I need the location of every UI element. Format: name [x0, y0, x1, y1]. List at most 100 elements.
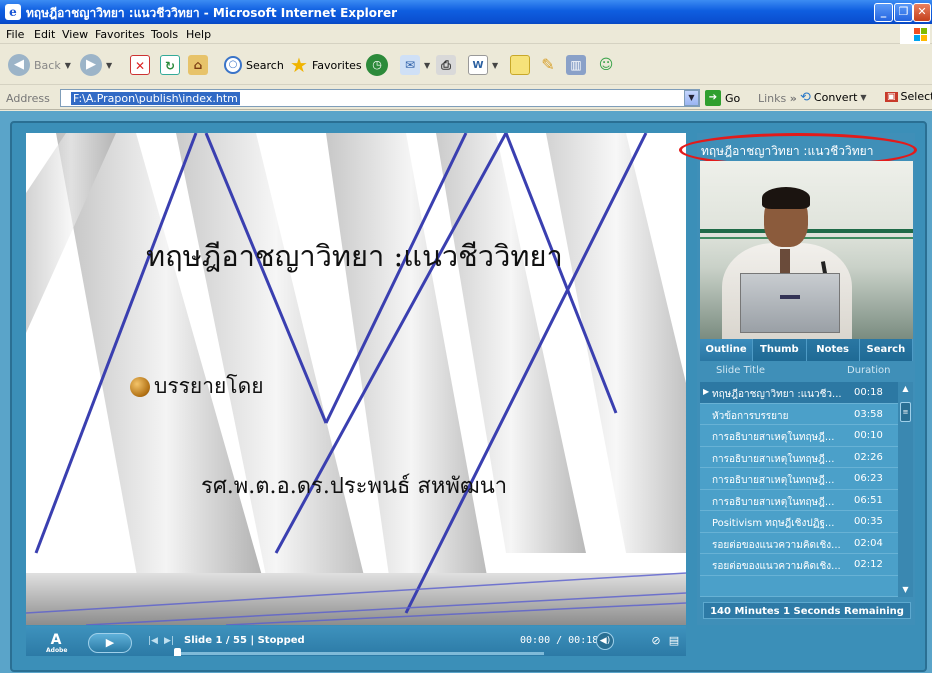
slide-bullet-text: บรรยายโดย [154, 374, 264, 398]
list-item[interactable]: การอธิบายสาเหตุในทฤษฎี... 00:10 [700, 425, 898, 447]
links-button[interactable]: Links » [758, 92, 797, 105]
outline-list: ▶ ทฤษฎีอาชญาวิทยา :แนวชีว... 00:18 หัวข้อก… [700, 382, 898, 597]
tab-thumb[interactable]: Thumb [753, 339, 807, 361]
chevron-right-icon: » [789, 92, 797, 105]
slide-item-duration: 06:23 [854, 473, 883, 484]
list-item[interactable] [700, 576, 898, 597]
back-button[interactable]: ◀ Back ▼ [8, 52, 71, 78]
sidebar: ทฤษฎีอาชญาวิทยา :แนวชีววิทยา Outline Thu… [679, 133, 917, 625]
list-item[interactable]: Positivism ทฤษฎีเชิงปฏิฐ... 00:35 [700, 511, 898, 533]
refresh-button[interactable]: ↻ [160, 52, 180, 78]
search-button[interactable]: ○ Search [224, 52, 284, 78]
tab-notes[interactable]: Notes [807, 339, 860, 361]
slide-item-title: รอยต่อของแนวความคิดเชิง... [712, 561, 841, 572]
books-icon: ▥ [566, 55, 586, 75]
menu-view[interactable]: View [62, 28, 88, 41]
convert-label: Convert [813, 91, 858, 104]
tab-outline[interactable]: Outline [700, 339, 754, 361]
favorites-star-icon: ★ [290, 53, 308, 77]
scroll-up-icon[interactable]: ▲ [898, 382, 913, 396]
slide-item-title: Positivism ทฤษฎีเชิงปฏิฐ... [712, 518, 835, 529]
list-item[interactable]: รอยต่อของแนวความคิดเชิง... 02:04 [700, 533, 898, 554]
outline-scrollbar[interactable]: ▲ ≡ ▼ [898, 382, 913, 597]
presenter-hair [762, 187, 810, 209]
slide-item-duration: 03:58 [854, 408, 883, 420]
contacts-button[interactable]: ☺ [596, 52, 616, 78]
slide-item-duration: 00:18 [854, 387, 883, 398]
sidebar-tabs: Outline Thumb Notes Search [700, 339, 913, 361]
attachment-icon[interactable]: ⊘ [648, 633, 664, 649]
back-label: Back [34, 58, 61, 72]
slide-item-duration: 02:04 [854, 537, 883, 549]
minimize-button[interactable]: _ [874, 3, 893, 22]
forward-arrow-icon: ▶ [80, 54, 102, 76]
slide-view[interactable]: ทฤษฎีอาชญาวิทยา :แนวชีววิทยา บรรยายโดย ร… [26, 133, 686, 625]
home-button[interactable]: ⌂ [188, 52, 208, 78]
convert-button[interactable]: ⟲ Convert ▼ [800, 90, 867, 105]
mail-button[interactable]: ✉ ▼ [400, 52, 430, 78]
next-slide-icon[interactable]: ▶| [164, 636, 174, 646]
slide-item-title: การอธิบายสาเหตุในทฤษฎี... [712, 432, 835, 443]
research-button[interactable]: ▥ [566, 52, 586, 78]
list-item[interactable]: ▶ ทฤษฎีอาชญาวิทยา :แนวชีว... 00:18 [700, 382, 898, 404]
title-bar: e ทฤษฎีอาชญาวิทยา :แนวชีววิทยา - Microso… [0, 0, 932, 24]
list-item[interactable]: รอยต่อของแนวความคิดเชิง... 02:12 [700, 554, 898, 576]
slide-status: Slide 1 / 55 | Stopped [184, 635, 305, 646]
pencil-icon: ✎ [541, 55, 555, 74]
discuss-button[interactable] [510, 52, 530, 78]
windows-logo-icon [900, 24, 930, 44]
mail-icon: ✉ [400, 55, 420, 75]
slide-presenter: รศ.พ.ต.อ.ดร.ประพนธ์ สหพัฒนา [201, 474, 508, 499]
maximize-button[interactable]: ❐ [894, 3, 913, 22]
volume-icon[interactable]: ◀) [596, 632, 614, 650]
address-dropdown-button[interactable]: ▼ [684, 90, 699, 106]
address-input[interactable]: F:\A.Prapon\publish\index.htm [60, 89, 700, 107]
outline-header: Slide Title Duration [700, 361, 913, 381]
print-button[interactable]: ⎙ [436, 52, 456, 78]
slide-title: ทฤษฎีอาชญาวิทยา :แนวชีววิทยา [146, 239, 563, 273]
people-icon: ☺ [598, 57, 614, 73]
player-controls: A Adobe ▶ |◀ ▶| Slide 1 / 55 | Stopped 00… [26, 626, 686, 656]
progress-handle[interactable] [174, 648, 181, 656]
menu-favorites[interactable]: Favorites [95, 28, 145, 41]
note-icon [510, 55, 530, 75]
play-button[interactable]: ▶ [88, 633, 132, 653]
menu-edit[interactable]: Edit [34, 28, 55, 41]
video-board-rail [700, 237, 913, 239]
stop-button[interactable]: ✕ [130, 52, 150, 78]
list-item[interactable]: การอธิบายสาเหตุในทฤษฎี... 06:23 [700, 468, 898, 490]
address-label: Address [6, 92, 50, 105]
previous-slide-icon[interactable]: |◀ [148, 636, 158, 646]
adobe-logo-icon: A Adobe [46, 632, 68, 654]
standard-toolbar: ◀ Back ▼ ▶ ▼ ✕ ↻ ⌂ ○ Search ★ Favorites … [0, 45, 932, 85]
slide-item-title: รอยต่อของแนวความคิดเชิง... [712, 539, 841, 551]
progress-track[interactable] [174, 652, 544, 655]
slide-item-title: ทฤษฎีอาชญาวิทยา :แนวชีว... [712, 389, 842, 400]
menu-file[interactable]: File [6, 28, 24, 41]
list-item[interactable]: การอธิบายสาเหตุในทฤษฎี... 02:26 [700, 447, 898, 468]
links-label: Links [758, 92, 787, 105]
list-item[interactable]: การอธิบายสาเหตุในทฤษฎี... 06:51 [700, 490, 898, 511]
time-readout: 00:00 / 00:18 [520, 635, 599, 646]
select-button[interactable]: ▣ Select [885, 90, 932, 103]
slide-item-duration: 00:10 [854, 430, 883, 441]
list-item[interactable]: หัวข้อการบรรยาย 03:58 [700, 404, 898, 425]
edit-button[interactable]: W ▼ [468, 52, 498, 78]
favorites-button[interactable]: ★ Favorites [290, 52, 362, 78]
ie-window: e ทฤษฎีอาชญาวิทยา :แนวชีววิทยา - Microso… [0, 0, 932, 673]
go-button[interactable]: ➔ Go [705, 90, 740, 106]
close-button[interactable]: ✕ [913, 3, 931, 22]
col-duration: Duration [847, 365, 891, 376]
menu-icon[interactable]: ▤ [666, 633, 682, 649]
messenger-button[interactable]: ✎ [538, 52, 558, 78]
scroll-down-icon[interactable]: ▼ [898, 583, 913, 597]
time-remaining: 140 Minutes 1 Seconds Remaining [703, 602, 911, 619]
slide-item-title: หัวข้อการบรรยาย [712, 410, 789, 422]
menu-tools[interactable]: Tools [151, 28, 178, 41]
tab-search[interactable]: Search [860, 339, 913, 361]
forward-button[interactable]: ▶ ▼ [80, 52, 112, 78]
menu-help[interactable]: Help [186, 28, 211, 41]
scroll-thumb[interactable]: ≡ [900, 402, 911, 422]
select-label: Select [900, 90, 932, 103]
history-button[interactable]: ◷ [366, 52, 388, 78]
